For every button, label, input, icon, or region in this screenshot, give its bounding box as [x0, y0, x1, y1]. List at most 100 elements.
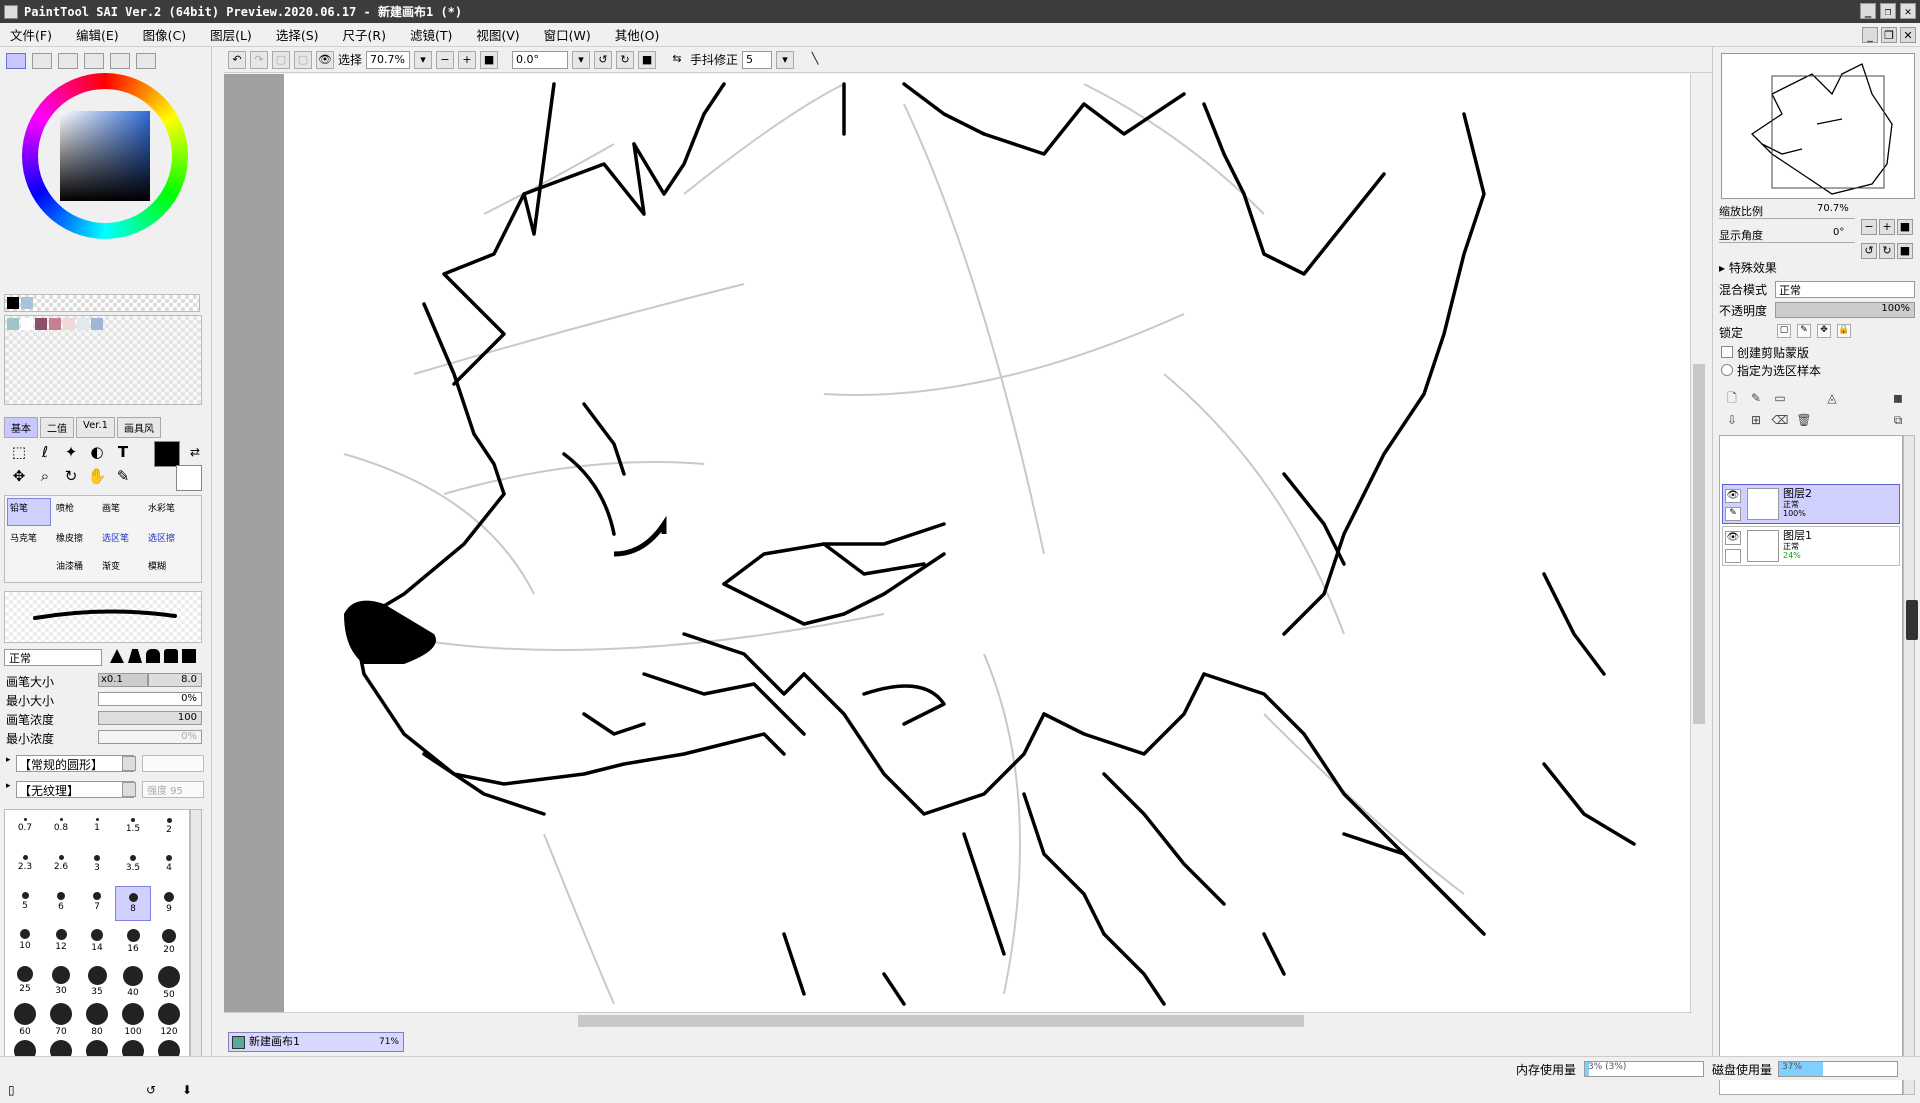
menu-window[interactable]: 窗口(W) — [544, 25, 591, 44]
selection-source-radio[interactable]: 指定为选区样本 — [1719, 362, 1821, 379]
eye-icon[interactable]: 👁 — [1725, 489, 1741, 503]
brush-size-cell[interactable]: 6 — [43, 886, 79, 921]
brush-select-eraser[interactable]: 选区擦 — [145, 528, 189, 556]
vertical-scrollbar[interactable] — [1690, 74, 1706, 1012]
tool-tab-binary[interactable]: 二值 — [40, 417, 74, 438]
layer-item[interactable]: 👁 图层1 正常 24% — [1722, 526, 1900, 566]
brush-size-scrollbar[interactable] — [190, 809, 202, 1077]
brush-size-cell[interactable]: 12 — [43, 923, 79, 958]
menu-layer[interactable]: 图层(L) — [210, 25, 252, 44]
background-color[interactable] — [176, 465, 202, 491]
doc-minimize-button[interactable]: _ — [1862, 27, 1878, 43]
current-color-bar[interactable] — [4, 294, 200, 312]
menu-select[interactable]: 选择(S) — [276, 25, 319, 44]
brush-shape-strength[interactable] — [142, 755, 204, 772]
menu-view[interactable]: 视图(V) — [476, 25, 519, 44]
foreground-color[interactable] — [154, 441, 180, 467]
rotate-right-icon[interactable]: ↻ — [616, 50, 635, 69]
stabilizer-input[interactable]: 5 — [742, 50, 773, 69]
redo-icon[interactable]: ↷ — [250, 50, 268, 69]
brush-size-cell[interactable]: 8 — [115, 886, 151, 921]
brush-size-cell[interactable]: 100 — [115, 997, 151, 1037]
brush-shape-select[interactable]: 【常规的圆形】 — [16, 755, 134, 772]
brush-size-cell[interactable]: 1 — [79, 812, 115, 847]
tool-tab-brushstyle[interactable]: 画具风 — [116, 417, 161, 438]
brush-size-cell[interactable]: 50 — [151, 960, 187, 1000]
brush-gradient[interactable]: 渐变 — [99, 556, 143, 584]
brush-size-cell[interactable]: 7 — [79, 886, 115, 921]
chevron-down-icon[interactable] — [122, 756, 136, 771]
lock-move-icon[interactable]: ✥ — [1817, 324, 1831, 338]
brush-watercolor[interactable]: 水彩笔 — [145, 498, 189, 526]
menu-image[interactable]: 图像(C) — [143, 25, 186, 44]
mixer-tab[interactable] — [84, 53, 104, 69]
eye-icon[interactable]: 👁 — [1725, 531, 1741, 545]
zoom-reset-icon[interactable]: ■ — [480, 50, 499, 69]
palette-swatch[interactable] — [21, 318, 33, 330]
transfer-down-icon[interactable]: ⇩ — [1723, 411, 1741, 429]
menu-filter[interactable]: 滤镜(T) — [410, 25, 452, 44]
lock-all-icon[interactable]: 🔒 — [1837, 324, 1851, 338]
brush-brush[interactable]: 画笔 — [99, 498, 143, 526]
brush-mode-select[interactable]: 正常 — [4, 649, 102, 666]
palette-swatch[interactable] — [63, 318, 75, 330]
pen-icon[interactable] — [1725, 549, 1741, 563]
brush-bucket[interactable]: 油漆桶 — [53, 556, 97, 584]
document-tab[interactable]: 新建画布1 71% — [228, 1032, 404, 1052]
deselect-icon[interactable]: ▢ — [272, 50, 290, 69]
brush-size-cell[interactable]: 2 — [151, 812, 187, 847]
edge-shape-4[interactable] — [164, 649, 178, 663]
edge-shape-2[interactable] — [128, 649, 142, 663]
brush-size-cell[interactable]: 25 — [7, 960, 43, 995]
menu-ruler[interactable]: 尺子(R) — [343, 25, 386, 44]
move-icon[interactable]: ✥ — [8, 465, 30, 487]
zoom-dropdown-icon[interactable]: ▾ — [414, 50, 433, 69]
saturation-value-square[interactable] — [60, 111, 150, 201]
density-value[interactable]: 100 — [98, 711, 202, 725]
brush-size-cell[interactable]: 14 — [79, 923, 115, 958]
current-color-swatch[interactable] — [7, 297, 19, 309]
tool-tab-ver1[interactable]: Ver.1 — [76, 417, 115, 438]
brush-size-cell[interactable]: 20 — [151, 923, 187, 958]
rotate-icon[interactable]: ↻ — [60, 465, 82, 487]
recent-color-swatch[interactable] — [21, 297, 33, 309]
clipping-mask-checkbox[interactable]: 创建剪贴蒙版 — [1719, 344, 1809, 361]
lock-transparency-icon[interactable]: ▢ — [1777, 324, 1791, 338]
new-layer-icon[interactable]: 🗋 — [1723, 389, 1741, 407]
zoom-out-icon[interactable]: − — [436, 50, 455, 69]
brush-size-cell[interactable]: 0.8 — [43, 812, 79, 847]
canvas-area[interactable] — [224, 74, 1704, 1012]
pen-icon[interactable]: ✎ — [1725, 507, 1741, 521]
menu-file[interactable]: 文件(F) — [10, 25, 52, 44]
menu-other[interactable]: 其他(O) — [615, 25, 660, 44]
effects-section[interactable]: ▸ 特殊效果 — [1719, 259, 1777, 276]
delete-layer-icon[interactable]: 🗑 — [1795, 411, 1813, 429]
rotate-reset-icon[interactable]: ■ — [1897, 243, 1913, 259]
brush-pencil[interactable]: 铅笔 — [7, 498, 51, 526]
texture-select[interactable]: 【无纹理】 — [16, 781, 134, 798]
brush-size-cell[interactable]: 0.7 — [7, 812, 43, 847]
palette-swatch[interactable] — [91, 318, 103, 330]
close-button[interactable]: ✕ — [1900, 3, 1916, 19]
rotate-left-icon[interactable]: ↺ — [594, 50, 613, 69]
merge-down-icon[interactable]: ⊞ — [1747, 411, 1765, 429]
eyedropper-icon[interactable]: ✎ — [112, 465, 134, 487]
drawing-canvas[interactable] — [284, 74, 1704, 1012]
edge-shape-1[interactable] — [110, 649, 124, 663]
trash-icon[interactable]: ▯ — [8, 1083, 15, 1097]
horizontal-scrollbar[interactable] — [224, 1012, 1692, 1028]
zoom-input[interactable]: 70.7% — [366, 50, 411, 69]
brush-size-cell[interactable]: 30 — [43, 960, 79, 996]
tool-tab-basic[interactable]: 基本 — [4, 417, 38, 438]
rect-select-icon[interactable]: ⬚ — [8, 441, 30, 463]
swap-colors-icon[interactable]: ⇄ — [184, 441, 206, 463]
flip-icon[interactable]: ⇆ — [668, 51, 686, 69]
doc-close-button[interactable]: ✕ — [1900, 27, 1916, 43]
show-selection-icon[interactable]: 👁 — [316, 50, 334, 69]
brush-size-cell[interactable]: 1.5 — [115, 812, 151, 847]
duplicate-layer-icon[interactable]: ⧉ — [1889, 411, 1907, 429]
brush-size-cell[interactable]: 35 — [79, 960, 115, 997]
chevron-down-icon[interactable] — [122, 782, 136, 797]
texture-strength[interactable]: 强度 95 — [142, 781, 204, 798]
panel-resize-handle[interactable] — [1906, 600, 1918, 640]
